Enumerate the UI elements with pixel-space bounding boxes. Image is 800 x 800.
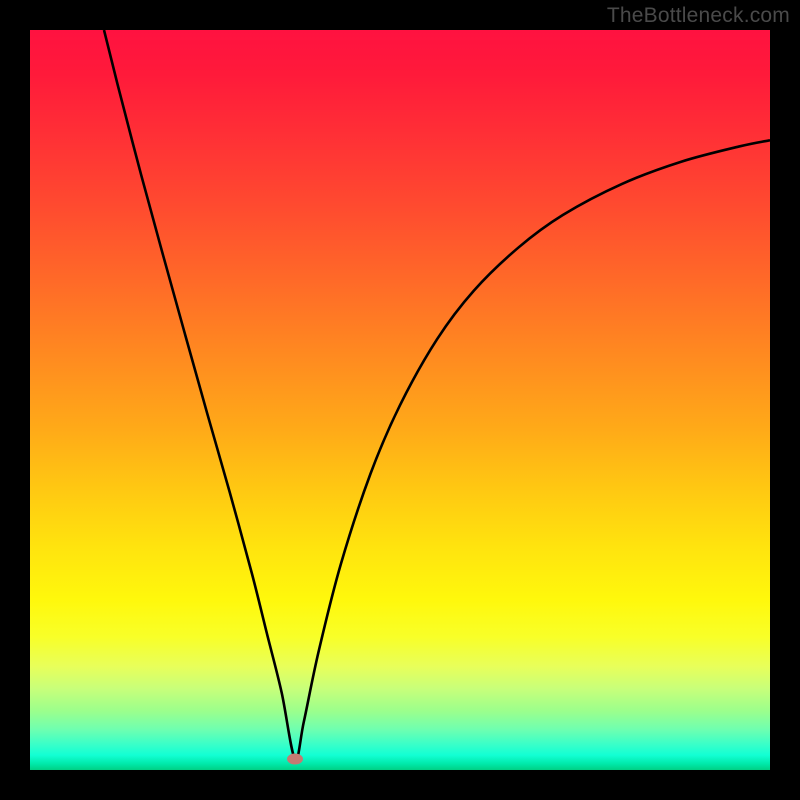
plot-area xyxy=(30,30,770,770)
watermark-text: TheBottleneck.com xyxy=(607,4,790,28)
curve-path xyxy=(104,30,770,760)
optimal-point-dot xyxy=(287,753,303,764)
bottleneck-curve xyxy=(30,30,770,770)
chart-frame: TheBottleneck.com xyxy=(0,0,800,800)
